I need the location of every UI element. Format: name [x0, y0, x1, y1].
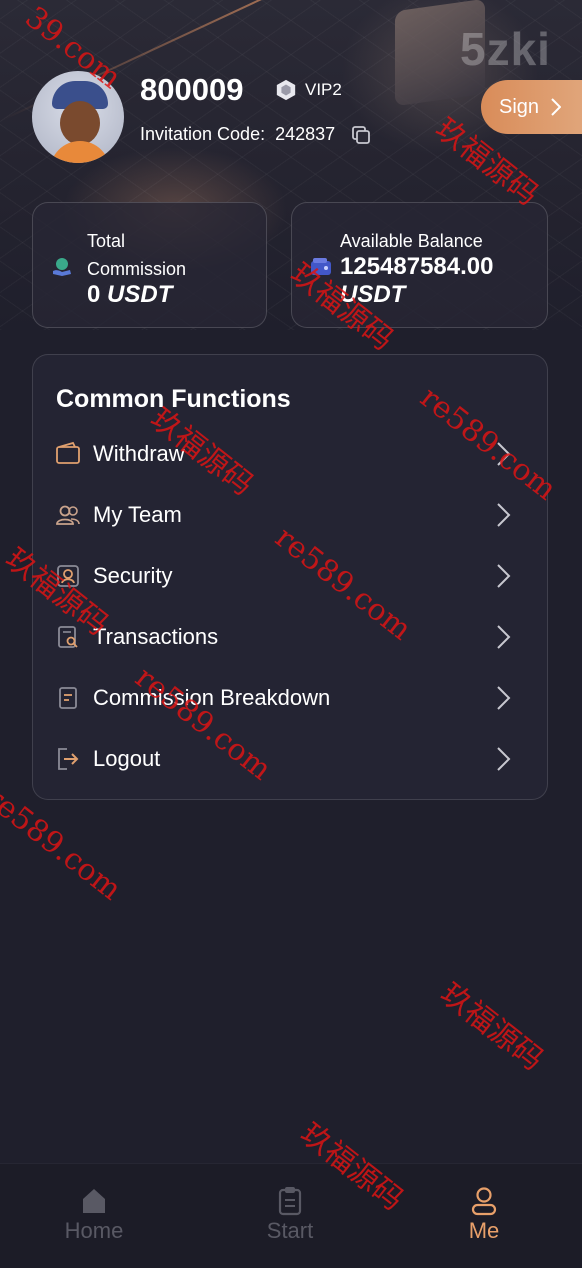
vip-level: VIP2 [305, 80, 342, 99]
copy-icon[interactable] [351, 125, 371, 145]
vip-hexagon-icon [276, 79, 296, 101]
clipboard-icon [278, 1187, 302, 1216]
sign-button[interactable]: Sign [481, 80, 582, 134]
tab-me[interactable]: Me [424, 1186, 544, 1244]
bottom-nav: Home Start Me [0, 1163, 582, 1268]
tab-label: Home [64, 1218, 124, 1243]
common-functions-panel: Common Functions Withdraw My Team Securi… [32, 354, 548, 800]
vip-badge: VIP2 [275, 79, 342, 101]
chevron-right-icon [497, 442, 511, 466]
available-balance-label: Available Balance [340, 231, 483, 251]
watermark-text: 玖福源码 [433, 976, 550, 1078]
function-item-logout[interactable]: Logout [33, 733, 547, 785]
tab-home[interactable]: Home [34, 1186, 154, 1244]
function-label: Logout [93, 746, 161, 771]
invitation-row: Invitation Code: 242837 [140, 124, 371, 145]
function-item-my-team[interactable]: My Team [33, 489, 547, 541]
available-balance-card[interactable]: Available Balance 125487584.00 USDT [291, 202, 548, 328]
function-label: My Team [93, 502, 182, 527]
invitation-code: 242837 [275, 124, 336, 144]
total-commission-value: 0 USDT [87, 281, 173, 308]
wallet-icon [56, 441, 80, 464]
logout-icon [58, 748, 79, 770]
function-item-security[interactable]: Security [33, 550, 547, 602]
total-commission-label: Total Commission [87, 231, 187, 279]
user-icon [471, 1187, 497, 1216]
function-label: Security [93, 563, 173, 588]
chevron-right-icon [497, 625, 511, 649]
total-commission-card[interactable]: Total Commission 0 USDT [32, 202, 267, 328]
document-icon [59, 687, 77, 709]
panel-title: Common Functions [56, 385, 291, 413]
commission-icon [53, 258, 71, 276]
chevron-right-icon [551, 98, 562, 116]
chevron-right-icon [497, 503, 511, 527]
function-item-transactions[interactable]: Transactions [33, 611, 547, 663]
function-label: Commission Breakdown [93, 685, 331, 710]
chevron-right-icon [497, 686, 511, 710]
balance-icon [311, 258, 331, 275]
home-icon [83, 1189, 105, 1213]
tab-label: Me [468, 1218, 500, 1243]
function-item-withdraw[interactable]: Withdraw [33, 428, 547, 480]
invitation-label: Invitation Code: [140, 124, 266, 144]
brand-text: 5zki [460, 23, 551, 75]
function-label: Transactions [93, 624, 219, 649]
tab-start[interactable]: Start [230, 1186, 350, 1244]
chevron-right-icon [497, 747, 511, 771]
avatar[interactable] [32, 71, 124, 163]
available-balance-value: 125487584.00 USDT [340, 253, 494, 308]
chevron-right-icon [497, 564, 511, 588]
function-label: Withdraw [93, 441, 185, 466]
transactions-icon [58, 626, 78, 648]
sign-label: Sign [499, 95, 540, 118]
function-item-commission-breakdown[interactable]: Commission Breakdown [33, 672, 547, 724]
user-id: 800009 [140, 72, 244, 107]
tab-label: Start [266, 1218, 314, 1243]
security-icon [57, 565, 79, 587]
team-icon [56, 505, 80, 525]
